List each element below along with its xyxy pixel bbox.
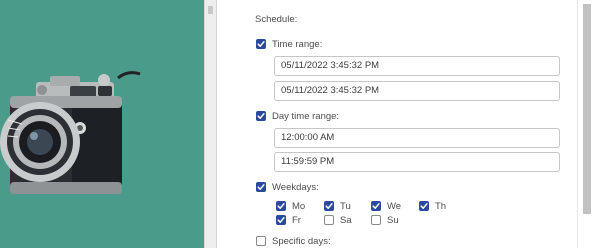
day-time-range-from-input[interactable]: 12:00:00 AM <box>274 128 560 148</box>
weekday-sa-label: Sa <box>340 215 352 226</box>
panel-splitter[interactable] <box>204 0 217 248</box>
weekday-su-label: Su <box>387 215 399 226</box>
weekday-mo-checkbox[interactable] <box>276 201 286 211</box>
weekdays-label: Weekdays: <box>272 182 319 193</box>
day-time-range-label: Day time range: <box>272 111 340 122</box>
weekday-th-checkbox[interactable] <box>419 201 429 211</box>
check-icon <box>325 203 333 209</box>
camera-icon <box>0 71 141 194</box>
check-icon <box>372 203 380 209</box>
weekday-we-label: We <box>387 201 402 212</box>
image-panel <box>0 0 204 248</box>
weekday-tu-label: Tu <box>340 201 351 212</box>
check-icon <box>257 184 265 190</box>
check-icon <box>277 203 285 209</box>
weekday-fr-checkbox[interactable] <box>276 215 286 225</box>
weekday-fr-label: Fr <box>292 215 301 226</box>
check-icon <box>277 217 285 223</box>
day-time-range-checkbox[interactable] <box>256 111 266 121</box>
weekday-we-checkbox[interactable] <box>371 201 381 211</box>
vertical-scrollbar[interactable] <box>577 0 594 248</box>
specific-days-label: Specific days: <box>272 236 331 247</box>
weekday-tu-checkbox[interactable] <box>324 201 334 211</box>
weekday-su-checkbox[interactable] <box>371 215 381 225</box>
day-time-range-to-input[interactable]: 11:59:59 PM <box>274 152 560 172</box>
time-range-label: Time range: <box>272 39 323 50</box>
check-icon <box>257 113 265 119</box>
scrollbar-thumb[interactable] <box>583 4 591 214</box>
splitter-grip[interactable] <box>208 6 213 14</box>
time-range-from-input[interactable]: 05/11/2022 3:45:32 PM <box>274 56 560 76</box>
schedule-form: Schedule: Time range: 05/11/2022 3:45:32… <box>217 0 577 248</box>
weekday-sa-checkbox[interactable] <box>324 215 334 225</box>
schedule-section-label: Schedule: <box>255 14 298 25</box>
time-range-to-input[interactable]: 05/11/2022 3:45:32 PM <box>274 81 560 101</box>
check-icon <box>257 41 265 47</box>
check-icon <box>420 203 428 209</box>
time-range-checkbox[interactable] <box>256 39 266 49</box>
weekday-mo-label: Mo <box>292 201 306 212</box>
weekdays-checkbox[interactable] <box>256 182 266 192</box>
weekday-th-label: Th <box>435 201 447 212</box>
specific-days-checkbox[interactable] <box>256 236 266 246</box>
